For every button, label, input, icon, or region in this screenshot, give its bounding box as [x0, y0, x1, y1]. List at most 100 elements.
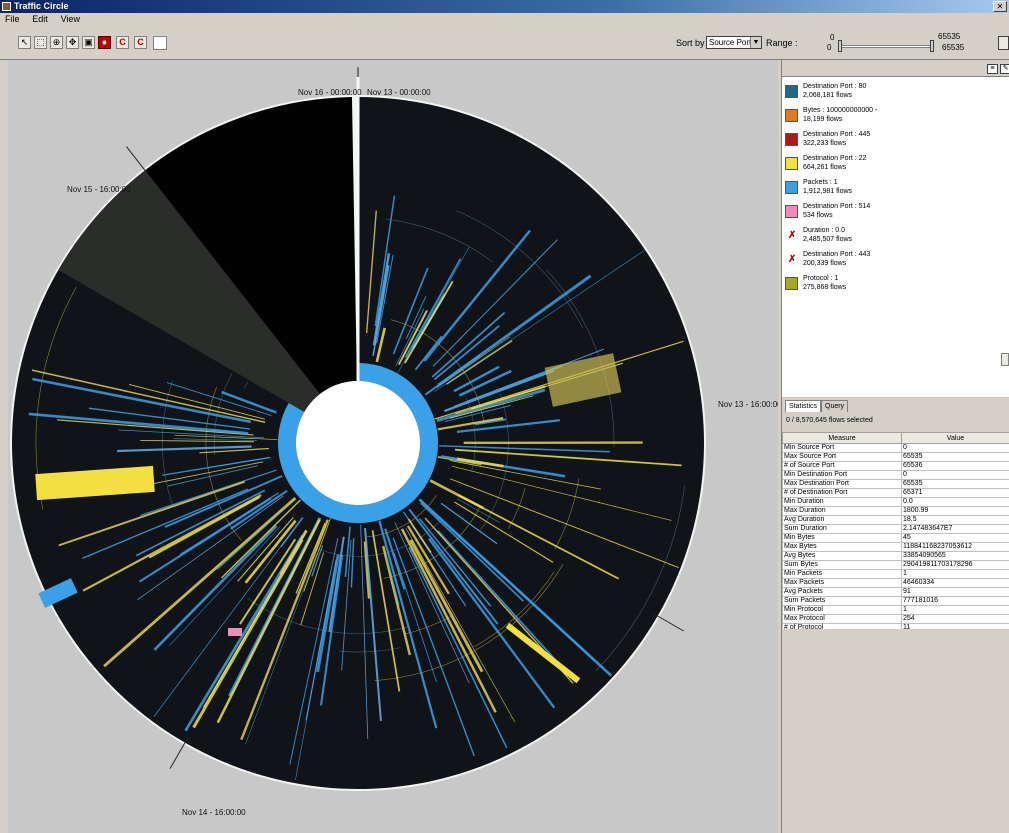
traffic-circle-canvas[interactable] [8, 60, 778, 833]
legend-title: Bytes : 100000000000 - [803, 107, 878, 114]
select-icon[interactable]: ⬚ [34, 36, 47, 49]
measure-cell: Min Destination Port [782, 470, 902, 480]
measure-cell: Max Destination Port [782, 479, 902, 489]
measure-cell: Avg Duration [782, 515, 902, 525]
pointer-icon[interactable]: ↖ [18, 36, 31, 49]
legend-title: Protocol : 1 [803, 275, 839, 282]
color-icon[interactable]: ● [98, 36, 111, 49]
value-cell: 290419811703178296 [901, 560, 1009, 570]
sort-select[interactable]: Source Port ▼ [706, 36, 762, 49]
legend-swatch [785, 277, 798, 290]
panel-toggle-button[interactable] [998, 36, 1009, 50]
legend-count: 2,485,507 flows [803, 236, 853, 243]
legend-panel: Destination Port : 80 2,068,181 flows By… [782, 76, 1009, 397]
table-row[interactable]: Min Duration 0.0 [782, 497, 1009, 507]
legend-count: 18,199 flows [803, 116, 843, 123]
measure-cell: Min Protocol [782, 605, 902, 615]
value-cell: 18.5 [901, 515, 1009, 525]
blank-icon[interactable] [153, 36, 167, 50]
time-label-nov13-0000: Nov 13 - 00:00:00 [367, 88, 431, 97]
table-row[interactable]: Min Protocol 1 [782, 605, 1009, 615]
table-row[interactable]: Max Source Port 65535 [782, 452, 1009, 462]
value-cell: 118841168237053612 [901, 542, 1009, 552]
legend-title: Destination Port : 22 [803, 155, 867, 162]
table-row[interactable]: Avg Packets 91 [782, 587, 1009, 597]
reset-icon[interactable]: C [116, 36, 129, 49]
legend-swatch [785, 85, 798, 98]
menu-edit[interactable]: Edit [27, 13, 53, 25]
value-cell: 65535 [901, 479, 1009, 489]
time-label-nov14-1600: Nov 14 - 16:00:00 [182, 808, 246, 817]
value-cell: 91 [901, 587, 1009, 597]
value-cell: 254 [901, 614, 1009, 624]
table-row[interactable]: Min Source Port 0 [782, 443, 1009, 453]
table-row[interactable]: Max Protocol 254 [782, 614, 1009, 624]
legend-count: 534 flows [803, 212, 833, 219]
range-max-top: 65535 [938, 32, 961, 41]
value-cell: 33854090565 [901, 551, 1009, 561]
measure-cell: Min Packets [782, 569, 902, 579]
table-row[interactable]: Max Duration 1800.99 [782, 506, 1009, 516]
legend-swatch [785, 205, 798, 218]
table-row[interactable]: Min Bytes 45 [782, 533, 1009, 543]
value-cell: 2.147483647E7 [901, 524, 1009, 534]
sort-label: Sort by : [676, 38, 710, 48]
range-slider-min-handle[interactable] [838, 40, 842, 52]
edit-icon[interactable]: ✎ [1000, 64, 1009, 74]
x-mark-icon: ✗ [788, 254, 797, 265]
measure-cell: Max Duration [782, 506, 902, 516]
table-row[interactable]: Sum Packets 777181016 [782, 596, 1009, 606]
value-cell: 45 [901, 533, 1009, 543]
legend-title: Duration : 0.0 [803, 227, 846, 234]
table-row[interactable]: Min Packets 1 [782, 569, 1009, 579]
zoom-icon[interactable]: ⊕ [50, 36, 63, 49]
time-label-nov16-0000: Nov 16 - 00:00:00 [298, 88, 362, 97]
tab-query[interactable]: Query [821, 400, 849, 412]
legend-title: Packets : 1 [803, 179, 838, 186]
traffic-circle-view[interactable]: Nov 16 - 00:00:00 Nov 13 - 00:00:00 Nov … [8, 60, 778, 833]
time-tick [169, 737, 189, 769]
range-max: 65535 [942, 43, 965, 52]
center-hole [296, 381, 420, 505]
time-label-nov13-1600: Nov 13 - 16:00:00 [718, 400, 778, 409]
table-row[interactable]: # of Destination Port 65371 [782, 488, 1009, 498]
table-row[interactable]: Avg Duration 18.5 [782, 515, 1009, 525]
table-row[interactable]: Max Bytes 118841168237053612 [782, 542, 1009, 552]
table-row[interactable]: Avg Bytes 33854090565 [782, 551, 1009, 561]
app-icon [2, 2, 11, 11]
pan-icon[interactable]: ✥ [66, 36, 79, 49]
measure-cell: Max Source Port [782, 452, 902, 462]
legend-title: Destination Port : 514 [803, 203, 871, 210]
filter-icon[interactable]: ▣ [82, 36, 95, 49]
legend-title: Destination Port : 443 [803, 251, 871, 258]
measure-cell: Max Protocol [782, 614, 902, 624]
side-panel: ≡ ✎ Destination Port : 80 2,068,181 flow… [781, 60, 1009, 833]
column-header-measure[interactable]: Measure [782, 432, 902, 444]
table-row[interactable]: Max Destination Port 65535 [782, 479, 1009, 489]
refresh-icon[interactable]: C [134, 36, 147, 49]
column-header-value[interactable]: Value [901, 432, 1009, 444]
table-row[interactable]: Max Packets 46460334 [782, 578, 1009, 588]
measure-cell: Sum Bytes [782, 560, 902, 570]
legend-count: 275,868 flows [803, 284, 847, 291]
range-slider-track[interactable] [840, 45, 932, 48]
legend-view-icon[interactable]: ≡ [987, 64, 998, 74]
table-row[interactable]: Sum Bytes 290419811703178296 [782, 560, 1009, 570]
value-cell: 777181016 [901, 596, 1009, 606]
tab-statistics[interactable]: Statistics [785, 400, 822, 412]
close-icon[interactable]: ✕ [993, 1, 1007, 12]
time-tick [126, 146, 150, 176]
export-button[interactable] [1001, 353, 1009, 366]
value-cell: 65536 [901, 461, 1009, 471]
chevron-down-icon[interactable]: ▼ [750, 37, 761, 48]
value-cell: 0 [901, 470, 1009, 480]
measure-cell: Max Packets [782, 578, 902, 588]
table-row[interactable]: Sum Duration 2.147483647E7 [782, 524, 1009, 534]
range-slider-max-handle[interactable] [930, 40, 934, 52]
table-row[interactable]: # of Source Port 65536 [782, 461, 1009, 471]
measure-cell: # of Source Port [782, 461, 902, 471]
table-row[interactable]: Min Destination Port 0 [782, 470, 1009, 480]
menu-view[interactable]: View [56, 13, 85, 25]
legend-title: Destination Port : 80 [803, 83, 867, 90]
menu-file[interactable]: File [0, 13, 25, 25]
